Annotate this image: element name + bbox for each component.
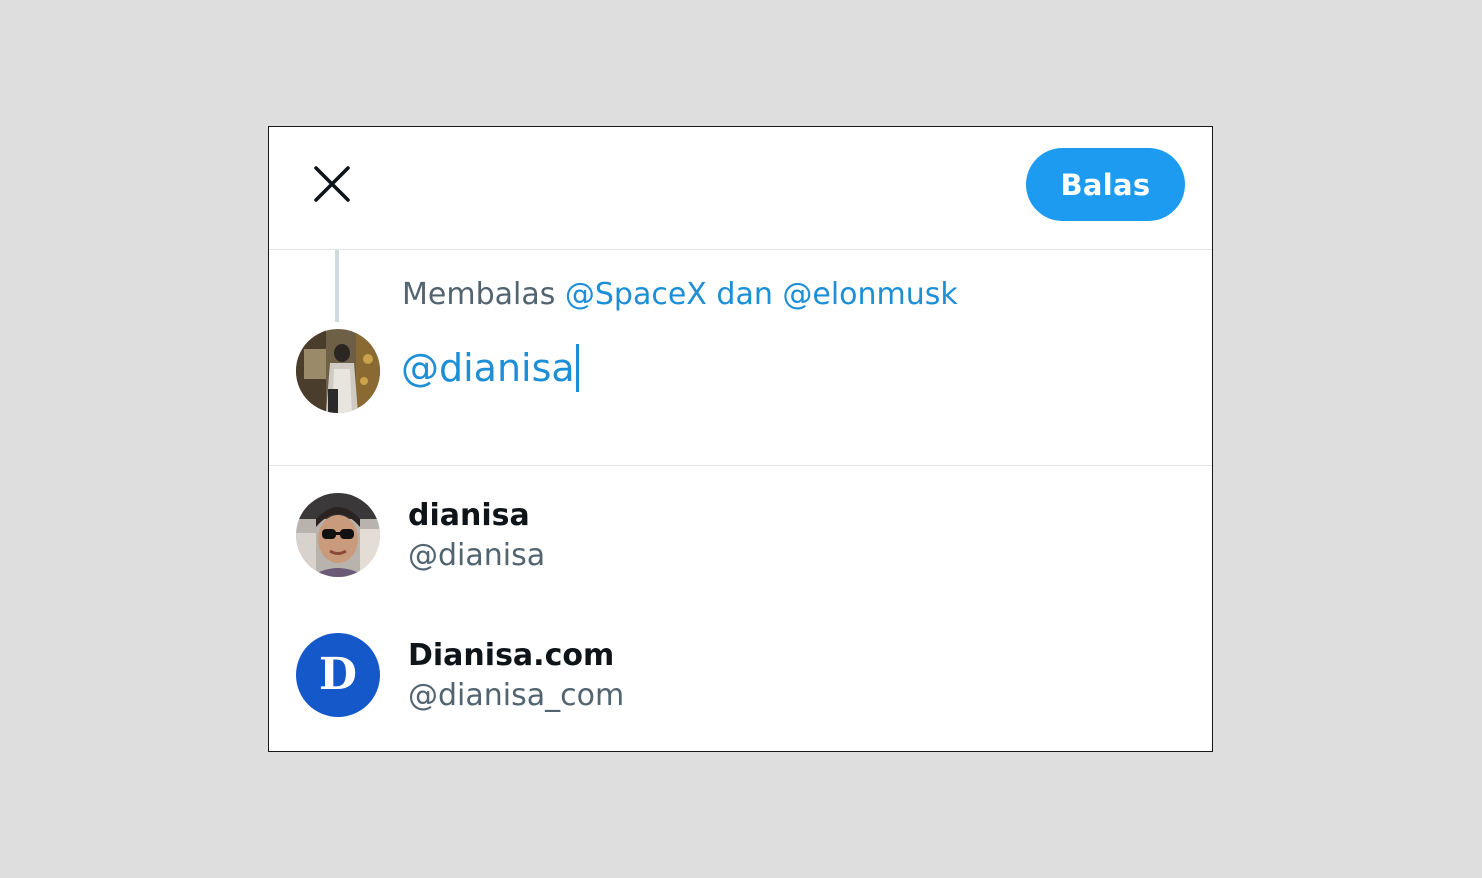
replying-to-label: Membalas @SpaceX dan @elonmusk [402,277,958,312]
my-avatar-image [296,329,380,413]
replying-mentions[interactable]: @SpaceX dan @elonmusk [565,277,958,312]
text-caret [575,344,579,392]
reply-button[interactable]: Balas [1026,148,1185,221]
suggestion-avatar-image [296,493,380,577]
compose-input-text: @dianisa [401,346,575,390]
suggestion-handle: @dianisa_com [408,678,625,713]
close-icon [314,166,350,202]
suggestion-avatar: D [296,633,380,717]
suggestion-name: dianisa [408,498,530,533]
suggestion-handle: @dianisa [408,538,546,573]
my-avatar[interactable] [296,329,380,413]
compose-input[interactable]: @dianisa [401,344,579,392]
modal-header: Balas [269,127,1212,250]
close-button[interactable] [307,159,357,209]
suggestion-name: Dianisa.com [408,638,615,673]
suggestion-item-dianisa-com[interactable]: D Dianisa.com @dianisa_com [269,606,1212,746]
thread-line [335,250,339,322]
mention-suggestions: dianisa @dianisa D Dianisa.com @dianisa_… [269,466,1212,746]
reply-modal: Balas Membalas @SpaceX dan @elonmusk @di… [268,126,1213,752]
avatar-letter: D [318,649,358,700]
replying-prefix: Membalas [402,277,556,312]
suggestion-item-dianisa[interactable]: dianisa @dianisa [269,466,1212,606]
compose-area: Membalas @SpaceX dan @elonmusk @dianisa [269,250,1212,466]
suggestion-avatar [296,493,380,577]
